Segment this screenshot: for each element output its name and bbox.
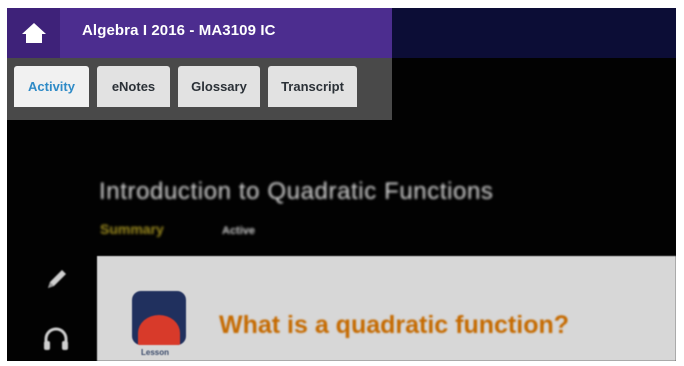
app-window: Algebra I 2016 - MA3109 IC Activity eNot… [7,8,676,361]
course-panel: Algebra I 2016 - MA3109 IC Activity eNot… [7,8,392,120]
status-label: Active [222,225,256,237]
tab-enotes-label: eNotes [111,79,156,94]
pencil-icon[interactable] [42,264,72,294]
tab-transcript-label: Transcript [281,79,344,94]
lesson-icon-dome [138,315,180,345]
tab-enotes[interactable]: eNotes [97,66,170,107]
tab-glossary[interactable]: Glossary [178,66,260,107]
tab-transcript[interactable]: Transcript [268,66,357,107]
tab-bar: Activity eNotes Glossary Transcript [7,58,392,120]
lesson-card[interactable]: Lesson What is a quadratic function? [97,256,676,361]
headphones-icon[interactable] [41,324,71,354]
home-button[interactable] [7,8,60,58]
tab-activity[interactable]: Activity [14,66,89,107]
summary-link[interactable]: Summary [100,221,164,237]
lesson-icon-label: Lesson [141,348,170,357]
tab-glossary-label: Glossary [191,79,247,94]
course-header: Algebra I 2016 - MA3109 IC [7,8,392,58]
tab-activity-label: Activity [28,79,75,94]
course-title: Algebra I 2016 - MA3109 IC [82,22,276,39]
question-heading: What is a quadratic function? [219,311,570,339]
lesson-title: Introduction to Quadratic Functions [99,178,494,205]
home-icon [21,23,46,43]
lesson-icon [132,291,186,345]
